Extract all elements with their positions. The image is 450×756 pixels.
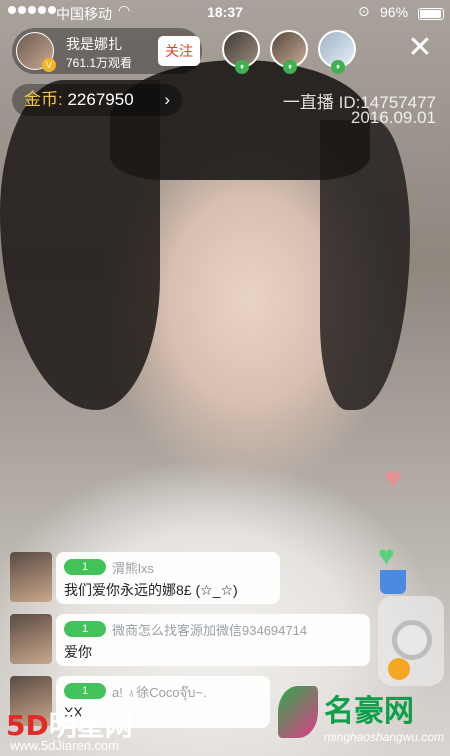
battery-icon: [418, 8, 444, 20]
coins-label: 金币:: [24, 90, 63, 109]
viewer-level-icon: ♦: [283, 60, 297, 74]
level-badge: 1: [64, 683, 106, 699]
coins-pill[interactable]: 金币: 2267950 ›: [12, 84, 182, 116]
live-stream-view: 中国移动 ◠ 18:37 ⊙ 96% V 我是娜扎 761.1万观看 关注 ♦ …: [0, 0, 450, 756]
background-hair-top: [110, 60, 370, 180]
chat-bubble: 1 微商怎么找客源加微信934694714 爱你: [56, 614, 370, 666]
host-name: 我是娜扎: [66, 36, 122, 52]
verified-icon: V: [42, 58, 56, 72]
stream-date-watermark: 2016.09.01: [350, 108, 436, 127]
host-info[interactable]: V 我是娜扎 761.1万观看 关注: [12, 28, 202, 74]
rotation-lock-icon: ⊙: [358, 3, 370, 19]
status-bar: 中国移动 ◠ 18:37 ⊙ 96%: [0, 0, 450, 26]
viewer-avatar[interactable]: ♦: [318, 30, 356, 74]
heart-icon: ♥: [384, 462, 402, 495]
viewer-avatar[interactable]: ♦: [270, 30, 308, 74]
chevron-right-icon: ›: [164, 90, 170, 109]
floating-like-icon: [388, 658, 410, 680]
host-viewer-count: 761.1万观看: [66, 56, 133, 70]
heart-green-icon: ♥: [378, 540, 395, 571]
chat-text: 我们爱你永远的娜8£ (☆_☆): [64, 582, 238, 598]
chat-username[interactable]: 渭熊lxs: [112, 558, 154, 577]
close-button[interactable]: ✕: [404, 32, 436, 64]
logo-url: www.5dJiaren.com: [10, 738, 120, 753]
coins-value: 2267950: [67, 90, 134, 109]
chat-text: 爱你: [64, 644, 92, 660]
level-badge: 1: [64, 621, 106, 637]
logo-url-right: minghaoshangwu.com: [324, 730, 445, 744]
chat-message: 1 微商怎么找客源加微信934694714 爱你: [10, 614, 370, 666]
battery-percentage: 96%: [380, 4, 409, 20]
gift-icon: [380, 570, 406, 594]
level-badge: 1: [64, 559, 106, 575]
chat-message: 1 渭熊lxs 我们爱你永远的娜8£ (☆_☆): [10, 552, 280, 604]
chat-username[interactable]: a! ♁徐Cocoจุ๊บ~.: [112, 682, 207, 703]
chat-bubble: 1 渭熊lxs 我们爱你永远的娜8£ (☆_☆): [56, 552, 280, 604]
chat-avatar[interactable]: [10, 614, 52, 664]
chat-avatar[interactable]: [10, 552, 52, 602]
viewer-avatar[interactable]: ♦: [222, 30, 260, 74]
viewer-level-icon: ♦: [331, 60, 345, 74]
chat-username[interactable]: 微商怎么找客源加微信934694714: [112, 620, 307, 639]
minghao-logo: 名豪网 minghaoshangwu.com: [278, 684, 446, 754]
leaf-logo-icon: [278, 686, 318, 738]
viewer-level-icon: ♦: [235, 60, 249, 74]
logo-brand-right: 名豪网: [324, 695, 414, 728]
follow-button[interactable]: 关注: [158, 36, 200, 66]
